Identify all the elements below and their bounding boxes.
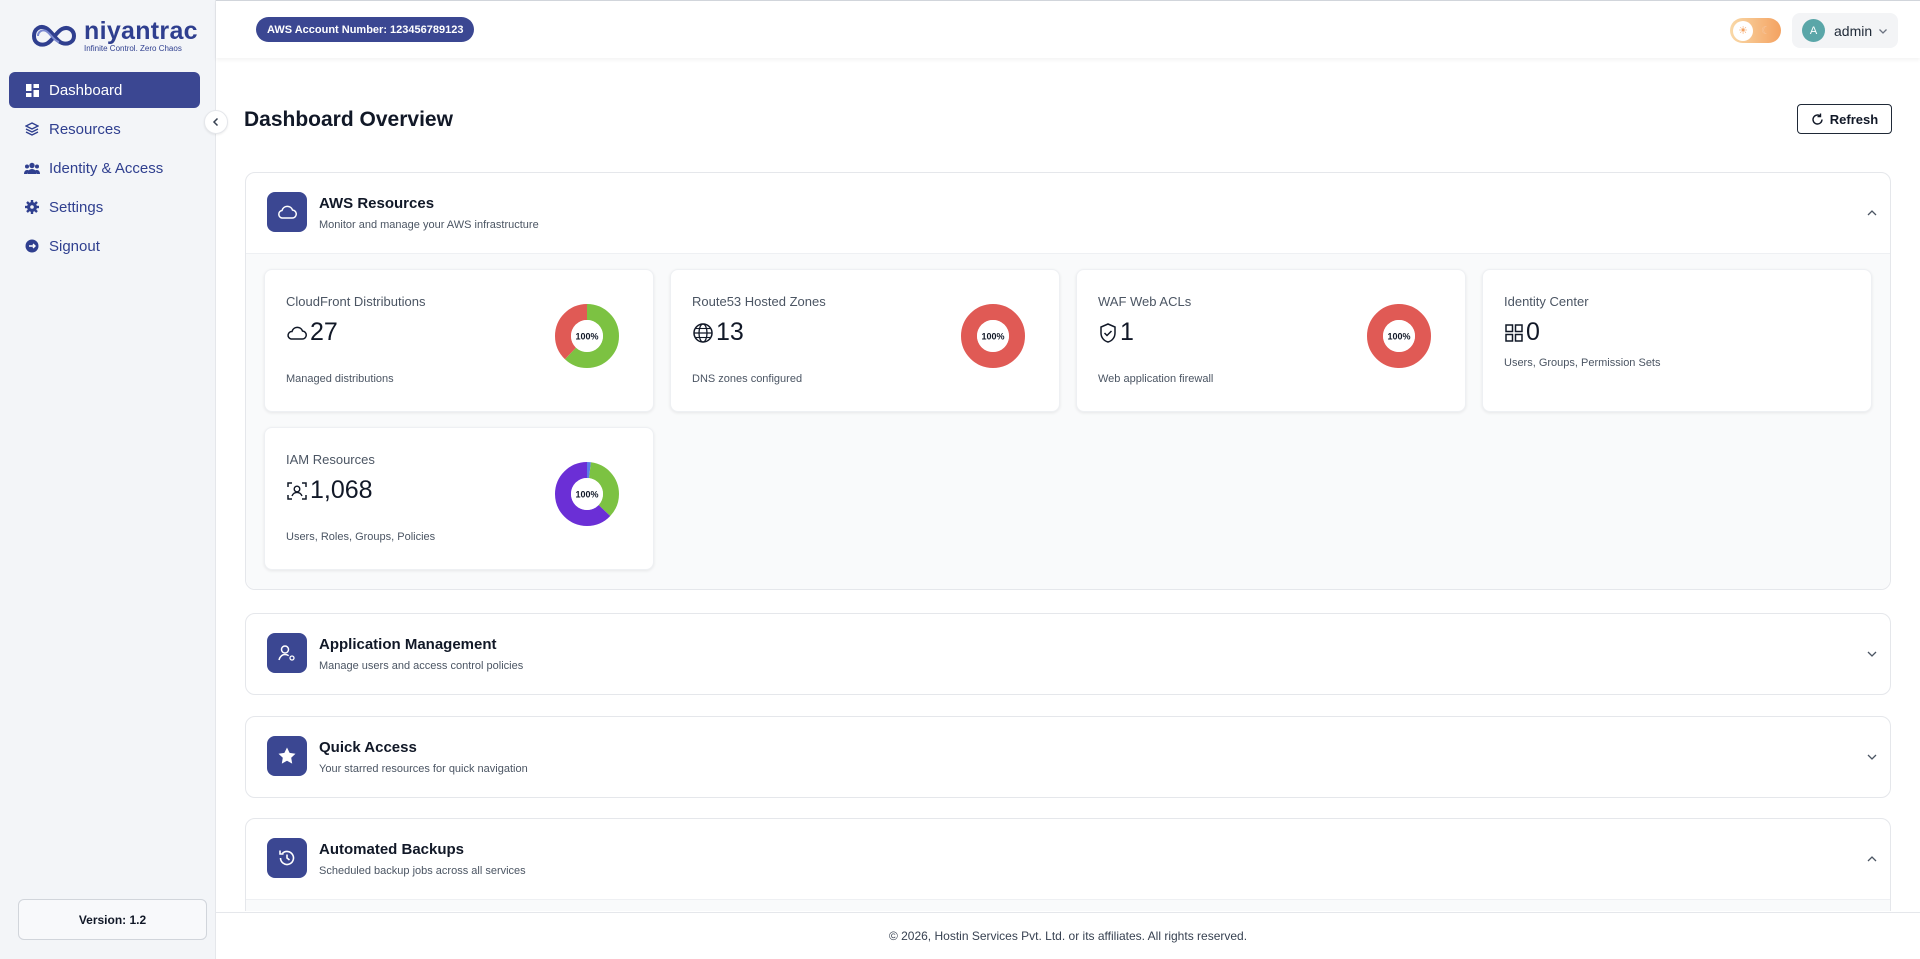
user-manage-icon: [267, 633, 307, 673]
moon-icon: ☾: [1761, 25, 1771, 37]
sidebar-nav: Dashboard Resources Identity & Access Se…: [9, 72, 200, 267]
aws-resources-body: CloudFront Distributions 27 Managed dist…: [246, 253, 1890, 589]
sidebar-item-identity-access[interactable]: Identity & Access: [9, 150, 200, 186]
brand-logo[interactable]: niyantrac Infinite Control. Zero Chaos: [28, 16, 198, 56]
history-icon: [267, 838, 307, 878]
sidebar: niyantrac Infinite Control. Zero Chaos D…: [0, 0, 216, 959]
section-application-management: Application Management Manage users and …: [245, 613, 1891, 695]
infinity-logo-icon: [31, 25, 77, 47]
card-waf[interactable]: WAF Web ACLs 1 Web application firewall …: [1076, 269, 1466, 412]
donut-chart: 100%: [555, 304, 619, 368]
card-value: 27: [310, 318, 338, 346]
brand-tagline: Infinite Control. Zero Chaos: [84, 44, 182, 53]
avatar: A: [1802, 19, 1825, 42]
card-title: Route53 Hosted Zones: [692, 294, 826, 309]
card-value: 13: [716, 318, 744, 346]
chevron-up-icon: [1867, 856, 1877, 862]
card-cloudfront[interactable]: CloudFront Distributions 27 Managed dist…: [264, 269, 654, 412]
card-value: 1: [1120, 318, 1134, 346]
globe-icon: [693, 322, 713, 343]
section-title: Automated Backups: [319, 841, 465, 858]
chevron-up-icon: [1867, 210, 1877, 216]
card-description: Managed distributions: [286, 373, 394, 385]
section-header-aws-resources[interactable]: AWS Resources Monitor and manage your AW…: [246, 173, 1890, 253]
scan-face-icon: [287, 481, 307, 500]
donut-chart: 100%: [555, 462, 619, 526]
card-title: Identity Center: [1504, 294, 1589, 309]
section-title: Quick Access: [319, 739, 417, 756]
donut-label: 100%: [575, 490, 598, 500]
refresh-label: Refresh: [1829, 111, 1879, 127]
sidebar-item-label: Signout: [49, 237, 100, 255]
sidebar-item-label: Identity & Access: [49, 159, 164, 177]
chevron-left-icon: [212, 117, 219, 127]
refresh-button[interactable]: Refresh: [1797, 104, 1892, 134]
users-icon: [24, 160, 40, 176]
card-description: Users, Roles, Groups, Policies: [286, 531, 436, 543]
user-name: admin: [1834, 22, 1873, 39]
page-title: Dashboard Overview: [244, 108, 453, 131]
star-icon: [267, 736, 307, 776]
chevron-down-icon: [1867, 754, 1877, 760]
user-menu[interactable]: A admin: [1792, 13, 1898, 48]
section-subtitle: Scheduled backup jobs across all service…: [319, 865, 526, 877]
main-content: Dashboard Overview Refresh AWS Resources…: [222, 66, 1920, 911]
section-subtitle: Monitor and manage your AWS infrastructu…: [319, 219, 539, 231]
shield-icon: [1100, 322, 1116, 343]
card-description: Users, Groups, Permission Sets: [1504, 357, 1661, 369]
signout-icon: [24, 238, 40, 254]
grid-icon: [24, 82, 40, 98]
footer: © 2026, Hostin Services Pvt. Ltd. or its…: [216, 912, 1920, 959]
sidebar-item-label: Settings: [49, 198, 104, 216]
automated-backups-body: [246, 899, 1890, 911]
layers-icon: [24, 121, 40, 137]
card-value: 1,068: [310, 476, 373, 504]
sidebar-item-signout[interactable]: Signout: [9, 228, 200, 264]
card-identity-center[interactable]: Identity Center 0 Users, Groups, Permiss…: [1482, 269, 1872, 412]
donut-label: 100%: [1387, 332, 1410, 342]
sidebar-item-label: Resources: [49, 120, 121, 138]
card-route53[interactable]: Route53 Hosted Zones 13 DNS zones config…: [670, 269, 1060, 412]
sidebar-item-dashboard[interactable]: Dashboard: [9, 72, 200, 108]
section-header-automated-backups[interactable]: Automated Backups Scheduled backup jobs …: [246, 819, 1890, 899]
card-title: CloudFront Distributions: [286, 294, 426, 309]
gear-icon: [24, 199, 40, 215]
card-description: DNS zones configured: [692, 373, 803, 385]
section-automated-backups: Automated Backups Scheduled backup jobs …: [245, 818, 1891, 911]
donut-label: 100%: [981, 332, 1004, 342]
cloud-icon: [267, 192, 307, 232]
section-title: AWS Resources: [319, 195, 435, 212]
aws-account-badge: AWS Account Number: 123456789123: [256, 17, 475, 42]
sidebar-item-label: Dashboard: [49, 81, 123, 99]
donut-chart: 100%: [1367, 304, 1431, 368]
section-quick-access: Quick Access Your starred resources for …: [245, 716, 1891, 798]
donut-label: 100%: [575, 332, 598, 342]
cloud-icon: [287, 326, 307, 340]
card-iam[interactable]: IAM Resources 1,068 Users, Roles, Groups…: [264, 427, 654, 570]
card-title: IAM Resources: [286, 452, 375, 467]
chevron-down-icon: [1879, 28, 1888, 34]
version-badge: Version: 1.2: [18, 899, 207, 940]
sun-icon: ☀: [1733, 20, 1753, 41]
section-aws-resources: AWS Resources Monitor and manage your AW…: [245, 172, 1891, 590]
section-subtitle: Your starred resources for quick navigat…: [319, 763, 528, 775]
theme-toggle[interactable]: ☀ ☾: [1730, 18, 1781, 43]
apps-icon: [1505, 323, 1523, 342]
refresh-icon: [1812, 113, 1823, 125]
section-header-quick-access[interactable]: Quick Access Your starred resources for …: [246, 717, 1890, 797]
topbar: AWS Account Number: 123456789123 ☀ ☾ A a…: [216, 0, 1920, 58]
section-title: Application Management: [319, 636, 497, 653]
card-description: Web application firewall: [1098, 373, 1214, 385]
sidebar-item-settings[interactable]: Settings: [9, 189, 200, 225]
card-value: 0: [1526, 318, 1540, 346]
brand-name: niyantrac: [84, 17, 198, 45]
sidebar-collapse-button[interactable]: [204, 110, 228, 134]
chevron-down-icon: [1867, 651, 1877, 657]
donut-chart: 100%: [961, 304, 1025, 368]
section-header-application-management[interactable]: Application Management Manage users and …: [246, 614, 1890, 694]
section-subtitle: Manage users and access control policies: [319, 660, 524, 672]
sidebar-item-resources[interactable]: Resources: [9, 111, 200, 147]
card-title: WAF Web ACLs: [1098, 294, 1192, 309]
